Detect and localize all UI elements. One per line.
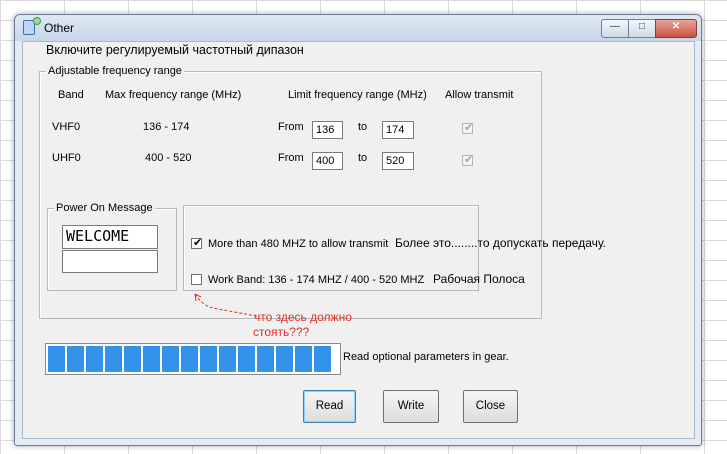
column-limit-range: Limit frequency range (MHz) bbox=[288, 89, 427, 101]
progress-segment bbox=[219, 346, 236, 372]
status-text: Read optional parameters in gear. bbox=[343, 351, 509, 363]
max-range-uhf0: 400 - 520 bbox=[145, 152, 192, 164]
minimize-icon: — bbox=[610, 21, 620, 32]
annotation-arrow bbox=[194, 293, 258, 317]
to-input-vhf0[interactable]: 174 bbox=[382, 121, 414, 139]
dialog-client: Включите регулируемый частотный дипазон … bbox=[22, 41, 695, 439]
progress-segment bbox=[124, 346, 141, 372]
band-vhf0: VHF0 bbox=[52, 121, 81, 133]
progress-segment bbox=[238, 346, 255, 372]
annotation-text-line2: стоять??? bbox=[253, 325, 310, 339]
read-button[interactable]: Read bbox=[303, 390, 356, 423]
column-allow-transmit: Allow transmit bbox=[445, 89, 514, 101]
title-bar[interactable]: Other — □ ✕ bbox=[15, 15, 701, 41]
progress-segment bbox=[314, 346, 331, 372]
to-label-vhf0: to bbox=[358, 121, 368, 133]
progress-segment bbox=[257, 346, 274, 372]
from-label-vhf0: From bbox=[278, 121, 304, 133]
progress-segment bbox=[200, 346, 217, 372]
progress-segment bbox=[143, 346, 160, 372]
column-band: Band bbox=[58, 89, 84, 101]
close-window-button[interactable]: ✕ bbox=[655, 19, 697, 38]
write-button[interactable]: Write bbox=[383, 390, 439, 423]
frequency-range-legend: Adjustable frequency range bbox=[46, 65, 184, 77]
column-max-range: Max frequency range (MHz) bbox=[105, 89, 242, 101]
progress-segment bbox=[162, 346, 179, 372]
max-range-vhf0: 136 - 174 bbox=[143, 121, 190, 133]
work-band-label[interactable]: Work Band: 136 - 174 MHZ / 400 - 520 MHZ bbox=[208, 274, 424, 286]
app-icon bbox=[23, 17, 41, 35]
maximize-icon: □ bbox=[638, 21, 646, 32]
close-icon: ✕ bbox=[671, 21, 681, 32]
minimize-button[interactable]: — bbox=[601, 19, 629, 38]
check-icon: ✔ bbox=[464, 122, 474, 134]
power-on-message-line1[interactable]: WELCOME bbox=[62, 225, 158, 249]
annotation-text-line1: что здесь должно bbox=[254, 310, 352, 324]
progress-bar bbox=[45, 343, 341, 375]
allow-transmit-checkbox-vhf0[interactable]: ✔ bbox=[462, 122, 474, 134]
window-title: Other bbox=[44, 21, 75, 35]
from-label-uhf0: From bbox=[278, 152, 304, 164]
work-band-note: Рабочая Полоса bbox=[433, 272, 525, 286]
progress-segment bbox=[295, 346, 312, 372]
progress-segment bbox=[181, 346, 198, 372]
allow-transmit-checkbox-uhf0[interactable]: ✔ bbox=[462, 154, 474, 166]
progress-segment bbox=[105, 346, 122, 372]
to-input-uhf0[interactable]: 520 bbox=[382, 152, 414, 170]
dialog-window: Other — □ ✕ Включите регулируемый частот… bbox=[14, 14, 702, 446]
work-band-checkbox[interactable] bbox=[191, 274, 202, 285]
more-than-480-checkbox[interactable]: ✔ bbox=[191, 237, 203, 249]
power-on-message-line2[interactable] bbox=[62, 250, 158, 273]
progress-segment bbox=[48, 346, 65, 372]
check-icon: ✔ bbox=[193, 237, 203, 249]
more-than-480-label[interactable]: More than 480 MHZ to allow transmit bbox=[208, 238, 388, 250]
progress-segment bbox=[67, 346, 84, 372]
progress-segment bbox=[276, 346, 293, 372]
power-on-message-legend: Power On Message bbox=[54, 202, 155, 214]
check-icon: ✔ bbox=[464, 154, 474, 166]
progress-segments bbox=[48, 346, 331, 372]
band-uhf0: UHF0 bbox=[52, 152, 81, 164]
from-input-vhf0[interactable]: 136 bbox=[312, 121, 343, 139]
to-label-uhf0: to bbox=[358, 152, 368, 164]
page-heading: Включите регулируемый частотный дипазон bbox=[46, 43, 304, 57]
close-button[interactable]: Close bbox=[463, 390, 518, 423]
maximize-button[interactable]: □ bbox=[628, 19, 656, 38]
from-input-uhf0[interactable]: 400 bbox=[312, 152, 343, 170]
more-than-480-note: Более это........то допускать передачу. bbox=[395, 236, 607, 250]
progress-segment bbox=[86, 346, 103, 372]
